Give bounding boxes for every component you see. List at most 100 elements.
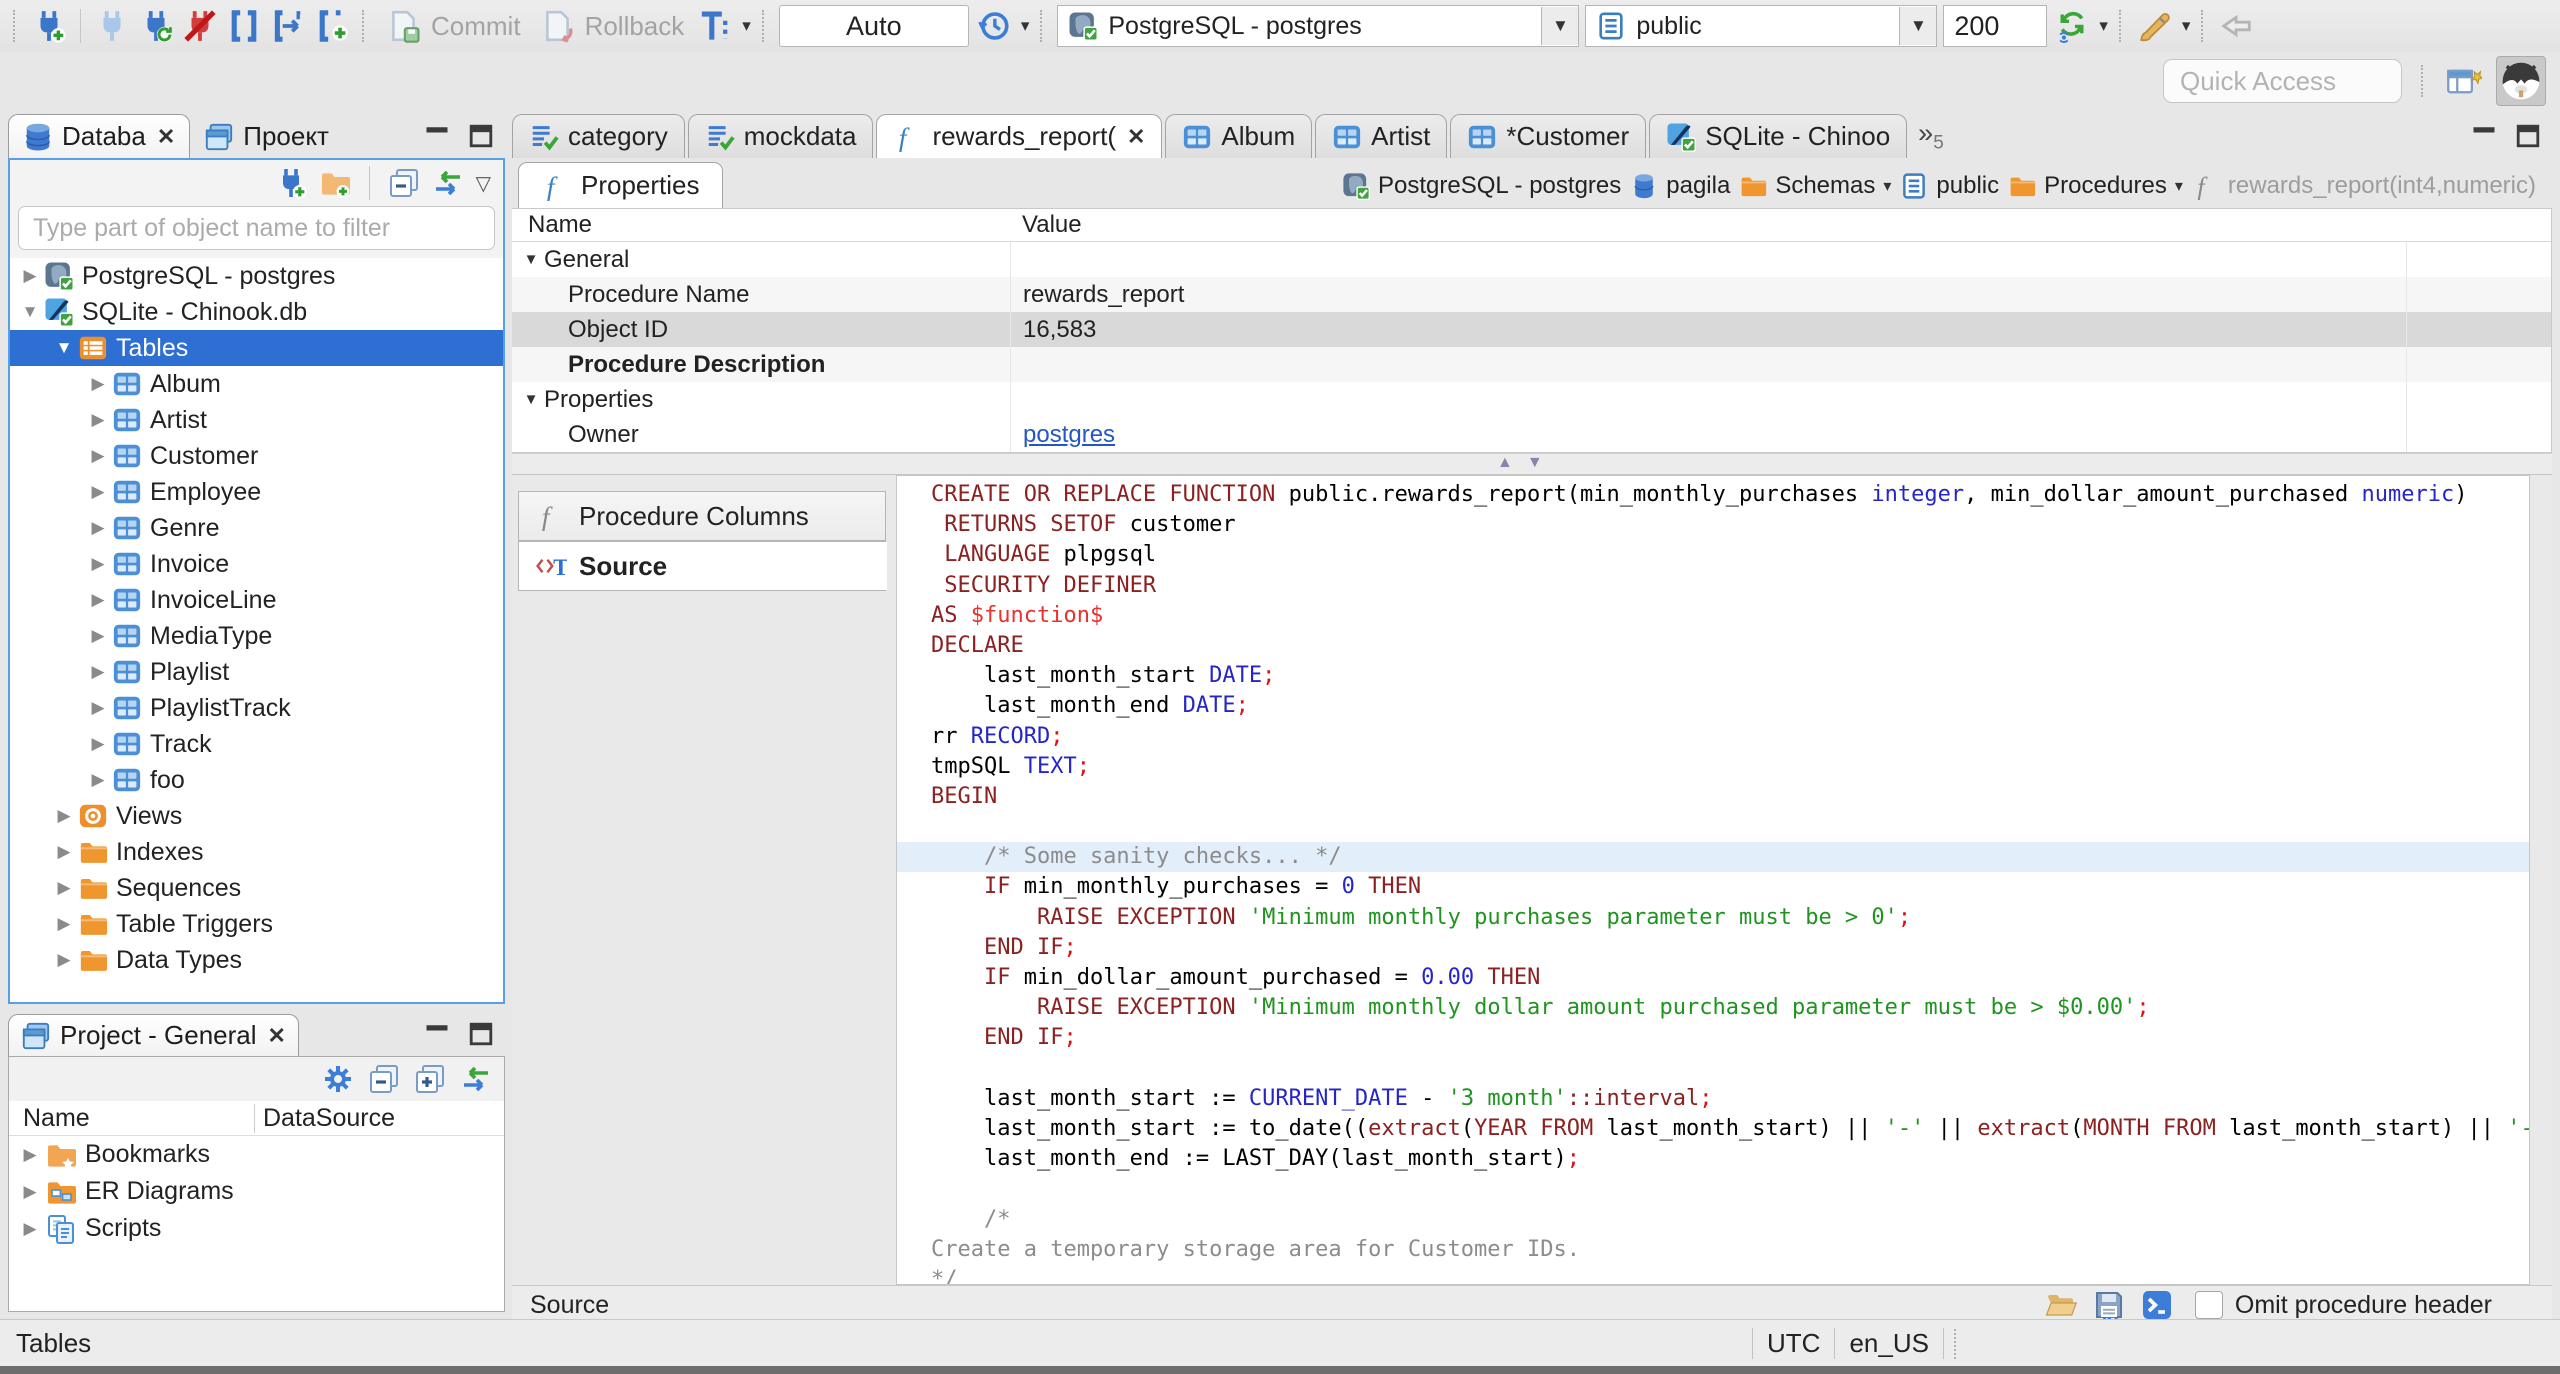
maximize-icon[interactable]	[467, 122, 495, 150]
grid-cell-value[interactable]: postgres	[1010, 417, 2406, 452]
splitter-arrows-icon[interactable]: ▲▼	[1497, 454, 1557, 472]
commit-button[interactable]: Commit	[379, 5, 527, 47]
breadcrumb-item-pagila[interactable]: pagila	[1630, 172, 1730, 200]
breadcrumb-item-public[interactable]: public	[1900, 172, 1999, 200]
gear-icon[interactable]	[322, 1063, 354, 1095]
tree-item-track[interactable]: ▶ Track	[10, 726, 503, 762]
column-datasource[interactable]: DataSource	[254, 1103, 395, 1133]
editor-tab-album[interactable]: Album	[1165, 114, 1313, 158]
fetch-size-input[interactable]: 200	[1943, 5, 2048, 47]
column-name[interactable]: Name	[9, 1104, 254, 1133]
view-menu-icon[interactable]: ▽	[476, 171, 491, 196]
history-icon[interactable]	[975, 7, 1013, 45]
tree-item-foo[interactable]: ▶ foo	[10, 762, 503, 798]
dbeaver-perspective-icon[interactable]	[2496, 56, 2546, 106]
project-item-er-diagrams[interactable]: ▶ ER Diagrams	[9, 1173, 504, 1210]
tree-expander-icon[interactable]: ▶	[84, 446, 112, 466]
new-connection-icon[interactable]	[30, 7, 68, 45]
tree-item-artist[interactable]: ▶ Artist	[10, 402, 503, 438]
new-transaction-icon[interactable]	[313, 7, 351, 45]
tab-properties[interactable]: f Properties	[518, 162, 723, 208]
chevron-down-icon[interactable]: ▾	[2099, 16, 2108, 36]
chevron-down-icon[interactable]: ▼	[1899, 7, 1937, 45]
new-folder-icon[interactable]	[319, 167, 351, 199]
reconnect-icon[interactable]	[137, 7, 175, 45]
link-with-editor-icon[interactable]	[460, 1063, 492, 1095]
grid-row-owner[interactable]: Owner postgres	[512, 417, 2551, 452]
tree-item-views[interactable]: ▶ Views	[10, 798, 503, 834]
grid-row-object-id[interactable]: Object ID 16,583	[512, 312, 2551, 347]
tree-expander-icon[interactable]: ▶	[50, 914, 78, 934]
editor-tab-mockdata[interactable]: mockdata	[687, 114, 874, 158]
source-editor[interactable]: CREATE OR REPLACE FUNCTION public.reward…	[896, 475, 2530, 1285]
tree-item-customer[interactable]: ▶ Customer	[10, 438, 503, 474]
rollback-button[interactable]: Rollback	[533, 5, 691, 47]
new-connection-icon[interactable]	[275, 167, 307, 199]
grid-column-value[interactable]: Value	[1010, 211, 2551, 239]
editor-tab-sqlite-chinoo[interactable]: SQLite - Chinoo	[1649, 114, 1908, 158]
maximize-icon[interactable]	[2514, 122, 2542, 150]
editor-tab-artist[interactable]: Artist	[1315, 114, 1448, 158]
group-expander-icon[interactable]: ▼	[518, 391, 544, 408]
tree-item-tables[interactable]: ▼ Tables	[10, 330, 503, 366]
grid-cell-value[interactable]	[1010, 347, 2406, 382]
console-icon[interactable]	[2141, 1289, 2173, 1321]
editor-tab-category[interactable]: category	[512, 114, 685, 158]
link-with-editor-icon[interactable]	[432, 167, 464, 199]
chevron-down-icon[interactable]: ▾	[742, 16, 751, 36]
disconnect-icon[interactable]	[181, 7, 219, 45]
tree-item-postgresql-postgres[interactable]: ▶ PostgreSQL - postgres	[10, 258, 503, 294]
tree-expander-icon[interactable]: ▶	[84, 590, 112, 610]
chevron-down-icon[interactable]: ▾	[2175, 176, 2183, 196]
tree-expander-icon[interactable]: ▶	[84, 482, 112, 502]
editor-tab--customer[interactable]: *Customer	[1450, 114, 1647, 158]
schema-combo[interactable]: public ▼	[1585, 5, 1938, 47]
collapse-all-icon[interactable]	[368, 1063, 400, 1095]
transaction-icon[interactable]	[225, 7, 263, 45]
tree-expander-icon[interactable]: ▶	[15, 1145, 45, 1165]
subtab-source[interactable]: T Source	[518, 541, 887, 591]
tab-database-navigator[interactable]: Databa ✕	[8, 114, 191, 158]
tree-expander-icon[interactable]: ▶	[84, 626, 112, 646]
tree-expander-icon[interactable]: ▶	[50, 806, 78, 826]
grid-row-procedure-name[interactable]: Procedure Name rewards_report	[512, 277, 2551, 312]
tree-expander-icon[interactable]: ▶	[84, 662, 112, 682]
grid-cell-value[interactable]	[1010, 242, 2406, 277]
open-file-icon[interactable]	[2045, 1289, 2077, 1321]
project-item-scripts[interactable]: ▶ Scripts	[9, 1210, 504, 1247]
tree-item-employee[interactable]: ▶ Employee	[10, 474, 503, 510]
tree-expander-icon[interactable]: ▶	[50, 950, 78, 970]
minimize-icon[interactable]	[2470, 122, 2498, 150]
chevron-down-icon[interactable]: ▾	[1021, 16, 1030, 36]
tree-expander-icon[interactable]: ▼	[50, 338, 78, 358]
tree-item-data-types[interactable]: ▶ Data Types	[10, 942, 503, 978]
expand-all-icon[interactable]	[414, 1063, 446, 1095]
grid-cell-value[interactable]	[1010, 382, 2406, 417]
grid-cell-value[interactable]: rewards_report	[1010, 277, 2406, 312]
tree-expander-icon[interactable]: ▶	[16, 266, 44, 286]
breadcrumb-item-procedures[interactable]: Procedures ▾	[2008, 172, 2183, 200]
tree-item-sqlite-chinook-db[interactable]: ▼ SQLite - Chinook.db	[10, 294, 503, 330]
tree-item-genre[interactable]: ▶ Genre	[10, 510, 503, 546]
tree-item-invoice[interactable]: ▶ Invoice	[10, 546, 503, 582]
tree-expander-icon[interactable]: ▶	[15, 1182, 45, 1202]
tree-item-table-triggers[interactable]: ▶ Table Triggers	[10, 906, 503, 942]
save-icon[interactable]	[2093, 1289, 2125, 1321]
refresh-icon[interactable]	[2053, 7, 2091, 45]
tree-item-album[interactable]: ▶ Album	[10, 366, 503, 402]
tree-item-playlist[interactable]: ▶ Playlist	[10, 654, 503, 690]
tree-item-playlisttrack[interactable]: ▶ PlaylistTrack	[10, 690, 503, 726]
connection-combo[interactable]: PostgreSQL - postgres ▼	[1057, 5, 1580, 47]
project-item-bookmarks[interactable]: ▶ Bookmarks	[9, 1136, 504, 1173]
open-perspective-icon[interactable]	[2446, 63, 2482, 99]
close-icon[interactable]: ✕	[157, 124, 175, 150]
tab-projects[interactable]: Проект	[190, 115, 343, 158]
tree-expander-icon[interactable]: ▶	[50, 842, 78, 862]
source-code[interactable]: CREATE OR REPLACE FUNCTION public.reward…	[897, 476, 2529, 1284]
group-expander-icon[interactable]: ▼	[518, 251, 544, 268]
tree-expander-icon[interactable]: ▶	[50, 878, 78, 898]
tree-item-sequences[interactable]: ▶ Sequences	[10, 870, 503, 906]
tree-expander-icon[interactable]: ▶	[15, 1219, 45, 1239]
grid-column-name[interactable]: Name	[512, 211, 1010, 239]
tree-expander-icon[interactable]: ▶	[84, 410, 112, 430]
